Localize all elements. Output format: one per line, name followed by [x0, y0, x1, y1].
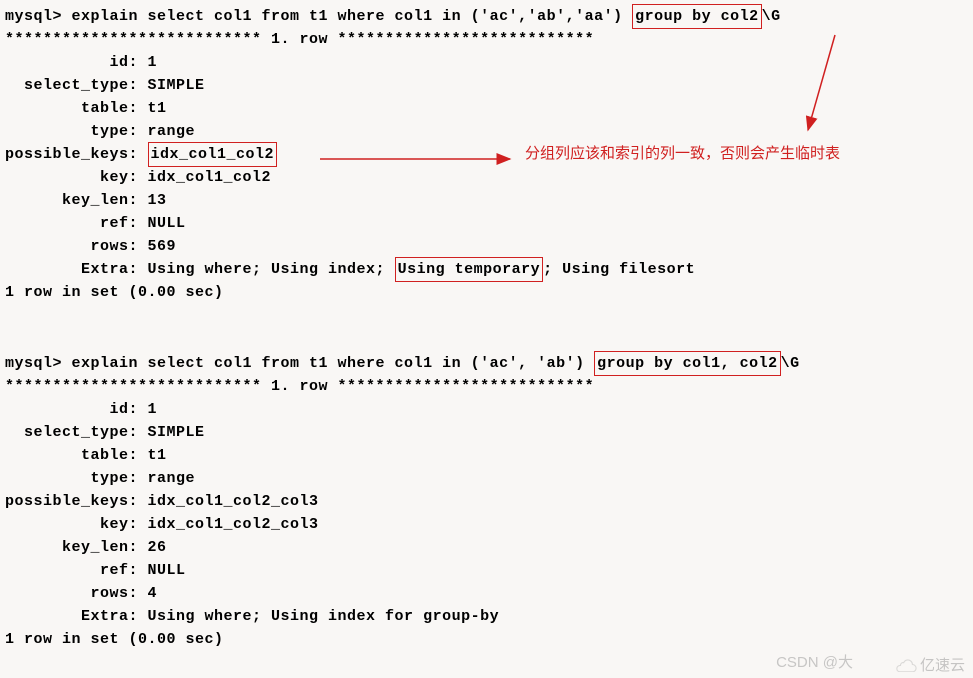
- watermark-csdn: CSDN @大: [776, 651, 853, 672]
- highlight-using-temporary: Using temporary: [395, 257, 544, 282]
- annotation-text: 分组列应该和索引的列一致，否则会产生临时表: [525, 142, 840, 163]
- query2-possible-keys: possible_keys: idx_col1_col2_col3: [5, 490, 968, 513]
- query2-row-header: *************************** 1. row *****…: [5, 375, 968, 398]
- query1-rows: rows: 569: [5, 235, 968, 258]
- query1-key-len: key_len: 13: [5, 189, 968, 212]
- query1-extra: Extra: Using where; Using index; Using t…: [5, 258, 968, 281]
- query2-key-len: key_len: 26: [5, 536, 968, 559]
- highlight-group-by-col1-col2: group by col1, col2: [594, 351, 781, 376]
- query2-type: type: range: [5, 467, 968, 490]
- watermark-yisu: 亿速云: [895, 654, 965, 675]
- cloud-icon: [895, 657, 917, 672]
- highlight-group-by-col2: group by col2: [632, 4, 762, 29]
- query2-select-type: select_type: SIMPLE: [5, 421, 968, 444]
- query2-id: id: 1: [5, 398, 968, 421]
- query2-key: key: idx_col1_col2_col3: [5, 513, 968, 536]
- query2-ref: ref: NULL: [5, 559, 968, 582]
- query2-footer: 1 row in set (0.00 sec): [5, 628, 968, 651]
- query2-table: table: t1: [5, 444, 968, 467]
- highlight-idx-col1-col2: idx_col1_col2: [148, 142, 278, 167]
- query1-command: mysql> explain select col1 from t1 where…: [5, 5, 968, 28]
- arrow-horizontal: [320, 153, 520, 170]
- query2-command: mysql> explain select col1 from t1 where…: [5, 352, 968, 375]
- query2-extra: Extra: Using where; Using index for grou…: [5, 605, 968, 628]
- query2-rows: rows: 4: [5, 582, 968, 605]
- arrow-diagonal: [790, 35, 850, 145]
- query1-ref: ref: NULL: [5, 212, 968, 235]
- query1-footer: 1 row in set (0.00 sec): [5, 281, 968, 304]
